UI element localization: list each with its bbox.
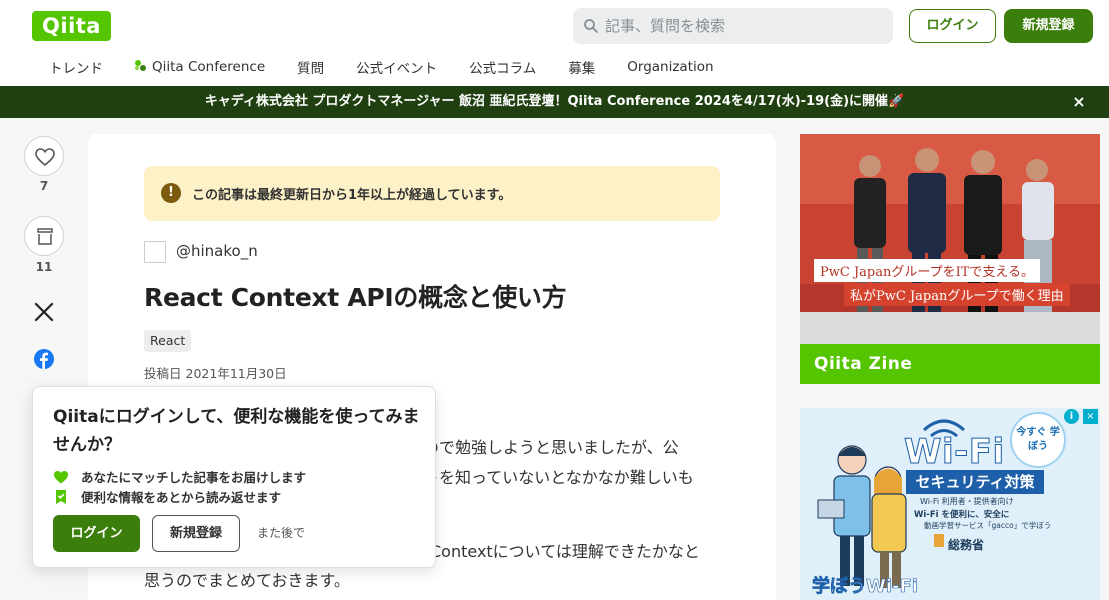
nav-label: 募集 [568, 61, 596, 77]
benefit-item: 便利な情報をあとから読み返せます [53, 487, 281, 506]
login-button[interactable]: ログイン [909, 9, 996, 43]
stock-check-icon [56, 489, 66, 504]
nav-label: トレンド [49, 61, 103, 77]
conference-icon [135, 60, 149, 74]
ad-sponsor: 総務省 [948, 538, 985, 552]
nav-label: 公式イベント [356, 61, 438, 77]
ad-tagline: 学ぼうWi-Fi [812, 576, 919, 598]
body-text: トを知っていないとなかなか難しいも [423, 468, 694, 487]
modal-login-button[interactable]: ログイン [53, 515, 140, 552]
ad-text: 動画学習サービス「gacco」で学ぼう [924, 521, 1052, 530]
nav-label: Qiita Conference [152, 59, 266, 75]
author-name[interactable]: @hinako_n [176, 242, 258, 260]
stock-icon [37, 228, 53, 245]
login-prompt-modal: Qiitaにログインして、便利な機能を使ってみませんか？ あなたにマッチした記事… [32, 386, 436, 568]
nav-label: 公式コラム [469, 61, 537, 77]
body-text: Contextについては理解できたかなと [430, 542, 700, 561]
ad-caption: PwC JapanグループをITで支える。 [814, 259, 1040, 282]
ad-wifi-security[interactable]: 今すぐ 学ぼう Wi-Fi セキュリティ対策 Wi-Fi 利用者・提供者向け W… [800, 408, 1100, 600]
info-icon: ! [161, 183, 181, 203]
ad-text: Wi-Fi を便利に、安全に [914, 510, 1010, 520]
avatar[interactable] [144, 241, 166, 263]
nav-item-official-events[interactable]: 公式イベント [340, 57, 453, 77]
heart-icon [35, 148, 55, 167]
later-button[interactable]: また後で [257, 515, 305, 552]
tag-react[interactable]: React [144, 330, 192, 352]
outdated-notice: ! この記事は最終更新日から1年以上が経過しています。 [144, 166, 720, 221]
stock-count: 11 [35, 260, 53, 274]
ad-photo [800, 134, 1100, 344]
posted-value: 2021年11月30日 [185, 366, 287, 381]
nav-item-organization[interactable]: Organization [611, 59, 729, 75]
posted-label: 投稿日 [144, 366, 182, 381]
ad-badge: 今すぐ 学ぼう [1010, 412, 1066, 468]
ad-headline: Wi-Fi [904, 432, 1005, 473]
x-share-icon[interactable] [33, 301, 55, 323]
nav-item-questions[interactable]: 質問 [281, 57, 340, 77]
stock-button[interactable] [24, 216, 64, 256]
search-icon [584, 19, 598, 33]
heart-icon [54, 470, 68, 483]
article-title: React Context APIの概念と使い方 [144, 283, 567, 312]
like-count: 7 [39, 179, 49, 193]
search-box[interactable] [573, 8, 893, 44]
ad-footer-brand: Qiita Zine [800, 344, 1100, 384]
nav-item-recruiting[interactable]: 募集 [552, 57, 611, 77]
search-input[interactable] [605, 8, 885, 44]
nav-item-official-columns[interactable]: 公式コラム [453, 57, 552, 77]
benefit-text: 便利な情報をあとから読み返せます [81, 490, 282, 505]
like-button[interactable] [24, 136, 64, 176]
nav-label: 質問 [297, 61, 325, 77]
qiita-logo[interactable]: Qiita [32, 11, 111, 41]
ad-close-icon[interactable]: × [1083, 409, 1098, 424]
modal-signup-button[interactable]: 新規登録 [152, 515, 240, 552]
nav-label: Organization [627, 59, 714, 75]
facebook-share-icon[interactable] [34, 349, 54, 369]
signup-button[interactable]: 新規登録 [1004, 9, 1093, 43]
close-icon[interactable]: × [1069, 86, 1089, 118]
banner-text: キャディ株式会社 プロダクトマネージャー 飯沼 亜紀氏登壇！Qiita Conf… [204, 94, 905, 109]
main-nav: トレンド Qiita Conference 質問 公式イベント 公式コラム 募集… [33, 52, 730, 82]
announcement-banner[interactable]: キャディ株式会社 プロダクトマネージャー 飯沼 亜紀氏登壇！Qiita Conf… [0, 86, 1109, 118]
benefit-text: あなたにマッチした記事をお届けします [81, 470, 307, 485]
nav-item-qiita-conference[interactable]: Qiita Conference [119, 59, 281, 75]
nav-item-trend[interactable]: トレンド [33, 57, 119, 77]
body-text: ので勉強しようと思いましたが、公 [423, 438, 679, 457]
modal-title: Qiitaにログインして、便利な機能を使ってみませんか？ [53, 407, 420, 455]
ad-text: Wi-Fi 利用者・提供者向け [920, 497, 1014, 506]
ad-qiita-zine[interactable]: PwC JapanグループをITで支える。 私がPwC Japanグループで働く… [800, 134, 1100, 384]
notice-text: この記事は最終更新日から1年以上が経過しています。 [192, 188, 512, 203]
ad-subheadline: セキュリティ対策 [906, 470, 1044, 494]
benefit-item: あなたにマッチした記事をお届けします [53, 467, 306, 486]
ad-info-icon[interactable]: i [1064, 409, 1079, 424]
site-header: Qiita ログイン 新規登録 トレンド Qiita Conference 質問… [0, 0, 1109, 86]
posted-date: 投稿日 2021年11月30日 [144, 363, 291, 382]
ad-caption: 私がPwC Japanグループで働く理由 [844, 283, 1070, 306]
body-text: 思うのでまとめておきます。 [144, 571, 350, 590]
